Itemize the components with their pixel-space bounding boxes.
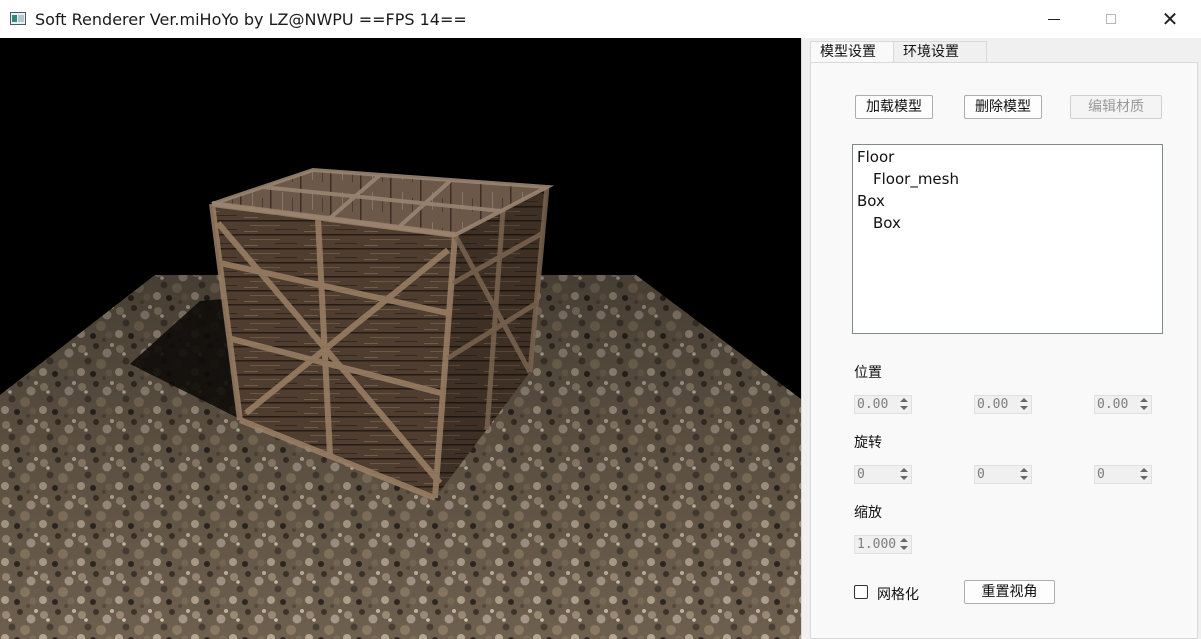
app-icon bbox=[10, 12, 26, 25]
minimize-button[interactable] bbox=[1026, 0, 1084, 38]
window-title: Soft Renderer Ver.miHoYo by LZ@NWPU ==FP… bbox=[35, 10, 467, 29]
render-viewport[interactable] bbox=[0, 38, 801, 639]
scale-value: 1.000 bbox=[857, 537, 897, 552]
rotation-z-spinbox[interactable]: 0 bbox=[1094, 465, 1152, 484]
settings-panel: 模型设置 环境设置 加载模型 删除模型 编辑材质 Floor Floor_mes… bbox=[801, 38, 1201, 639]
position-z-spinbox[interactable]: 0.00 bbox=[1094, 395, 1152, 414]
maximize-icon bbox=[1106, 14, 1116, 24]
tree-item-box[interactable]: Box bbox=[857, 192, 885, 210]
position-label: 位置 bbox=[854, 365, 882, 381]
reset-view-button[interactable]: 重置视角 bbox=[964, 580, 1055, 604]
rotation-label: 旋转 bbox=[854, 435, 882, 451]
rotation-x-spinbox[interactable]: 0 bbox=[854, 465, 912, 484]
tree-item-box-mesh[interactable]: Box bbox=[873, 214, 901, 232]
close-icon: ✕ bbox=[1161, 7, 1179, 31]
rotation-y-value: 0 bbox=[977, 467, 985, 482]
maximize-button[interactable] bbox=[1083, 0, 1141, 38]
scene-render bbox=[0, 167, 801, 639]
tree-item-floor-mesh[interactable]: Floor_mesh bbox=[873, 170, 959, 188]
wireframe-label: 网格化 bbox=[877, 587, 919, 603]
scale-label: 缩放 bbox=[854, 505, 882, 521]
spin-arrows-icon[interactable] bbox=[1138, 397, 1150, 412]
position-y-spinbox[interactable]: 0.00 bbox=[974, 395, 1032, 414]
wireframe-checkbox[interactable] bbox=[854, 585, 868, 599]
tree-item-floor[interactable]: Floor bbox=[857, 148, 894, 166]
rotation-z-value: 0 bbox=[1097, 467, 1105, 482]
title-bar: Soft Renderer Ver.miHoYo by LZ@NWPU ==FP… bbox=[0, 0, 1201, 38]
position-x-value: 0.00 bbox=[857, 397, 889, 412]
rotation-y-spinbox[interactable]: 0 bbox=[974, 465, 1032, 484]
edit-material-button[interactable]: 编辑材质 bbox=[1070, 95, 1162, 119]
model-tree[interactable]: Floor Floor_mesh Box Box bbox=[852, 144, 1163, 334]
minimize-icon bbox=[1048, 19, 1060, 20]
position-x-spinbox[interactable]: 0.00 bbox=[854, 395, 912, 414]
spin-arrows-icon[interactable] bbox=[1018, 397, 1030, 412]
close-button[interactable]: ✕ bbox=[1141, 0, 1199, 38]
tab-environment-settings[interactable]: 环境设置 bbox=[894, 41, 987, 63]
spin-arrows-icon[interactable] bbox=[898, 467, 910, 482]
load-model-button[interactable]: 加载模型 bbox=[855, 95, 933, 119]
spin-arrows-icon[interactable] bbox=[1018, 467, 1030, 482]
delete-model-button[interactable]: 删除模型 bbox=[964, 95, 1042, 119]
spin-arrows-icon[interactable] bbox=[898, 397, 910, 412]
spin-arrows-icon[interactable] bbox=[1138, 467, 1150, 482]
position-y-value: 0.00 bbox=[977, 397, 1009, 412]
position-z-value: 0.00 bbox=[1097, 397, 1129, 412]
rotation-x-value: 0 bbox=[857, 467, 865, 482]
tab-model-settings[interactable]: 模型设置 bbox=[810, 41, 894, 63]
scale-spinbox[interactable]: 1.000 bbox=[854, 535, 912, 554]
model-settings-pane: 加载模型 删除模型 编辑材质 Floor Floor_mesh Box Box … bbox=[810, 62, 1198, 639]
spin-arrows-icon[interactable] bbox=[898, 537, 910, 552]
